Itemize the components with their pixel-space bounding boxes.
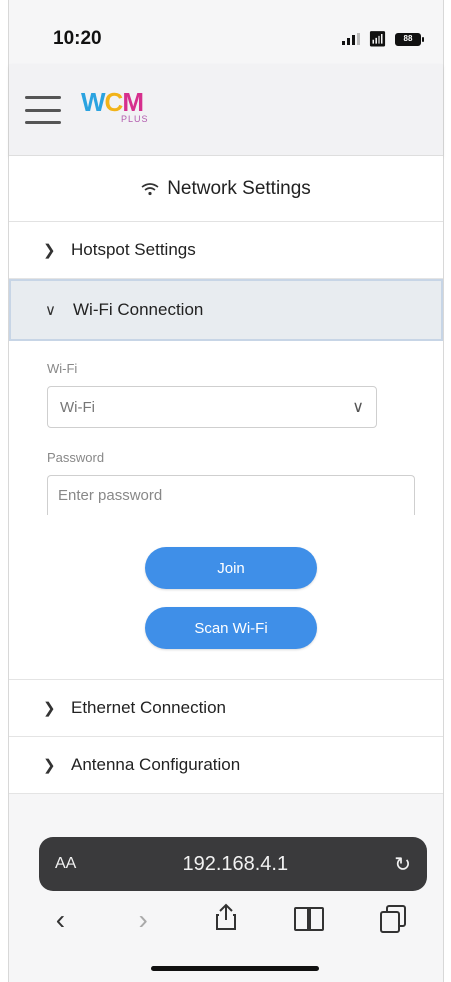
cellular-signal-icon (341, 33, 360, 45)
chevron-down-icon: ∨ (45, 302, 56, 319)
browser-toolbar: ‹ › (9, 898, 443, 942)
logo-letter-w: W (81, 87, 106, 117)
wifi-field-label: Wi-Fi (47, 361, 78, 376)
accordion-label: Wi-Fi Connection (73, 300, 204, 319)
wifi-selected-value: Wi-Fi (60, 398, 95, 416)
page-title: Network Settings (9, 156, 443, 222)
chevron-right-icon: ❯ (43, 242, 56, 259)
url-text[interactable]: 192.168.4.1 (182, 853, 288, 876)
main-content: Network Settings ❯ Hotspot Settings ∨ Wi… (9, 156, 443, 794)
password-input[interactable]: Enter password (47, 475, 415, 515)
back-icon[interactable]: ‹ (40, 904, 80, 936)
forward-icon[interactable]: › (123, 904, 163, 936)
logo-letter-m: M (122, 87, 144, 117)
browser-address-bar[interactable]: AA 192.168.4.1 ↻ (39, 837, 427, 891)
hamburger-menu-icon[interactable] (25, 96, 61, 124)
password-placeholder: Enter password (58, 487, 163, 504)
scan-wifi-button[interactable]: Scan Wi-Fi (145, 607, 317, 649)
chevron-right-icon: ❯ (43, 757, 56, 774)
logo-letter-c: C (104, 87, 124, 117)
clock: 10:20 (53, 28, 102, 49)
tabs-icon[interactable] (372, 904, 412, 936)
text-size-button[interactable]: AA (55, 855, 76, 873)
wcm-plus-logo[interactable]: WCM PLUS (81, 87, 148, 124)
wifi-network-select[interactable]: Wi-Fi ∨ (47, 386, 377, 428)
phone-screen: 10:20 📶︎ 88 WCM PLUS Network Settings ❯ … (8, 0, 444, 982)
accordion-label: Ethernet Connection (71, 698, 226, 717)
wifi-icon (141, 182, 159, 195)
accordion-wifi-connection[interactable]: ∨ Wi-Fi Connection (9, 279, 443, 341)
chevron-down-icon: ∨ (352, 399, 364, 416)
accordion-antenna-configuration[interactable]: ❯ Antenna Configuration (9, 737, 443, 794)
app-header: WCM PLUS (9, 64, 443, 156)
home-indicator[interactable] (151, 966, 319, 971)
accordion-label: Antenna Configuration (71, 755, 241, 774)
password-field-label: Password (47, 450, 105, 465)
join-button[interactable]: Join (145, 547, 317, 589)
share-icon[interactable] (206, 903, 246, 938)
wifi-status-icon: 📶︎ (367, 31, 387, 48)
chevron-right-icon: ❯ (43, 700, 56, 717)
bookmarks-icon[interactable] (289, 904, 329, 936)
logo-subtitle: PLUS (121, 114, 149, 124)
battery-icon: 88 (395, 32, 424, 46)
page-title-text: Network Settings (167, 177, 311, 199)
status-bar: 10:20 📶︎ 88 (9, 0, 443, 70)
accordion-hotspot-settings[interactable]: ❯ Hotspot Settings (9, 222, 443, 279)
accordion-ethernet-connection[interactable]: ❯ Ethernet Connection (9, 680, 443, 737)
accordion-label: Hotspot Settings (71, 240, 196, 259)
reload-icon[interactable]: ↻ (394, 852, 411, 877)
status-icons: 📶︎ 88 (341, 30, 424, 48)
wifi-connection-panel: Wi-Fi Wi-Fi ∨ Password Enter password Jo… (9, 341, 443, 680)
